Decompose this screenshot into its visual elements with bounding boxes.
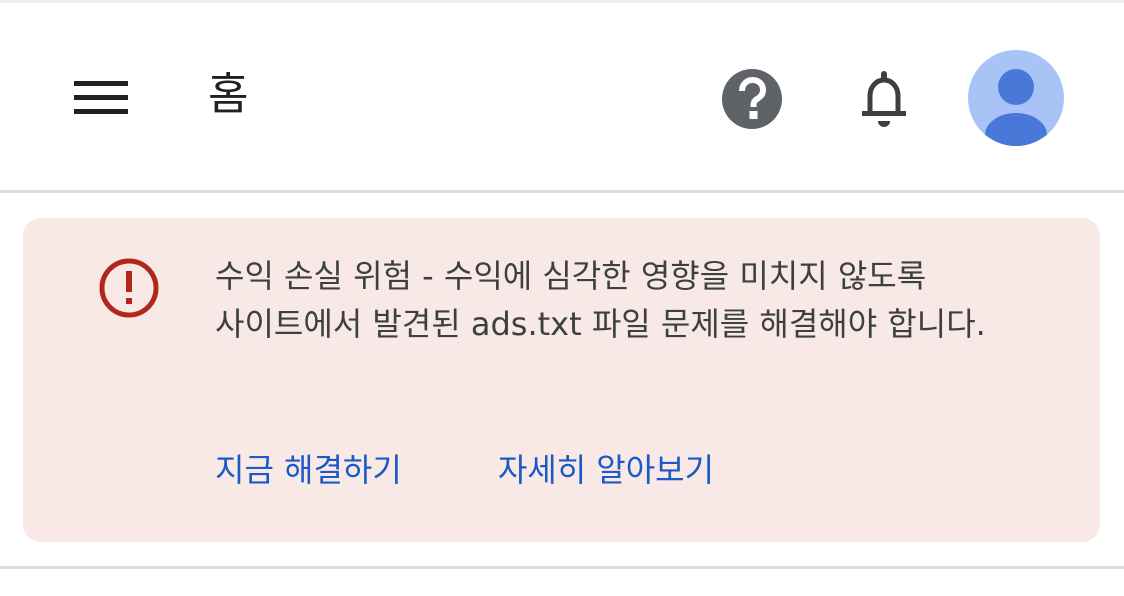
account-avatar-icon[interactable] [967,49,1065,147]
revenue-risk-alert: 수익 손실 위험 - 수익에 심각한 영향을 미치지 않도록 사이트에서 발견된… [23,218,1100,542]
page-title: 홈 [208,69,249,120]
fix-now-link[interactable]: 지금 해결하기 [215,446,402,494]
alert-actions: 지금 해결하기 자세히 알아보기 [215,444,714,496]
learn-more-link[interactable]: 자세히 알아보기 [498,446,714,494]
header-divider [0,190,1124,193]
content-divider [0,566,1124,569]
app-bar: 홈 [0,3,1124,190]
help-icon[interactable] [720,67,784,131]
hamburger-menu-icon[interactable] [70,75,132,119]
screen: 홈 수익 손실 위험 - 수익에 심각한 영향을 미치지 않도록 사이트에서 발… [0,0,1124,596]
error-icon [97,256,161,320]
alert-message: 수익 손실 위험 - 수익에 심각한 영향을 미치지 않도록 사이트에서 발견된… [215,257,986,343]
bell-icon[interactable] [852,67,916,131]
